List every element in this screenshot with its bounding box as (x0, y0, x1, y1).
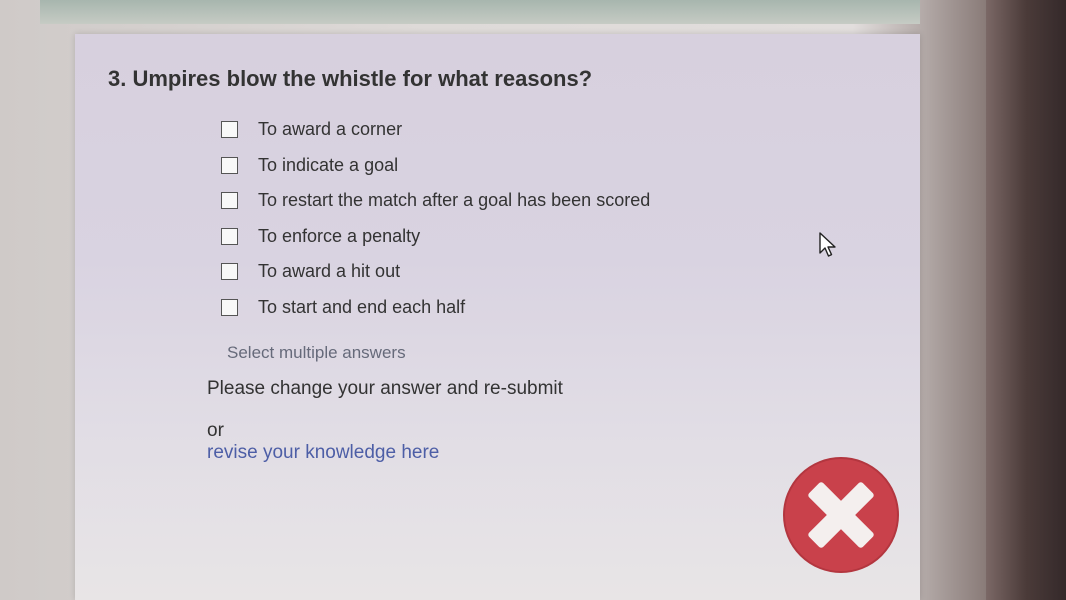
feedback-or: or (207, 420, 224, 441)
option-label: To award a corner (258, 119, 403, 140)
option-checkbox[interactable] (221, 263, 238, 281)
option-label: To start and end each half (258, 296, 466, 317)
top-strip (40, 0, 920, 24)
option-item[interactable]: To start and end each half (221, 290, 650, 326)
option-label: To award a hit out (258, 261, 401, 282)
option-checkbox[interactable] (221, 156, 238, 174)
option-item[interactable]: To award a corner (221, 112, 650, 148)
option-checkbox[interactable] (221, 298, 238, 316)
question-number: 3. (108, 66, 127, 91)
mouse-pointer-icon (819, 232, 836, 257)
question-heading: 3. Umpires blow the whistle for what rea… (108, 66, 592, 92)
option-checkbox[interactable] (221, 227, 238, 245)
option-item[interactable]: To enforce a penalty (221, 219, 650, 255)
error-x-icon (783, 457, 899, 573)
revise-knowledge-link[interactable]: revise your knowledge here (207, 442, 439, 464)
answer-options: To award a corner To indicate a goal To … (221, 112, 650, 325)
feedback-message: Please change your answer and re-submit (207, 378, 563, 399)
question-text: Umpires blow the whistle for what reason… (132, 66, 593, 91)
option-label: To restart the match after a goal has be… (258, 190, 651, 211)
option-item[interactable]: To award a hit out (221, 254, 650, 290)
option-checkbox[interactable] (221, 121, 238, 139)
option-item[interactable]: To indicate a goal (221, 148, 650, 184)
option-label: To indicate a goal (258, 154, 399, 175)
option-checkbox[interactable] (221, 192, 238, 210)
option-item[interactable]: To restart the match after a goal has be… (221, 183, 650, 219)
select-multiple-hint: Select multiple answers (227, 343, 406, 362)
option-label: To enforce a penalty (258, 225, 421, 246)
monitor-bezel (986, 0, 1066, 600)
